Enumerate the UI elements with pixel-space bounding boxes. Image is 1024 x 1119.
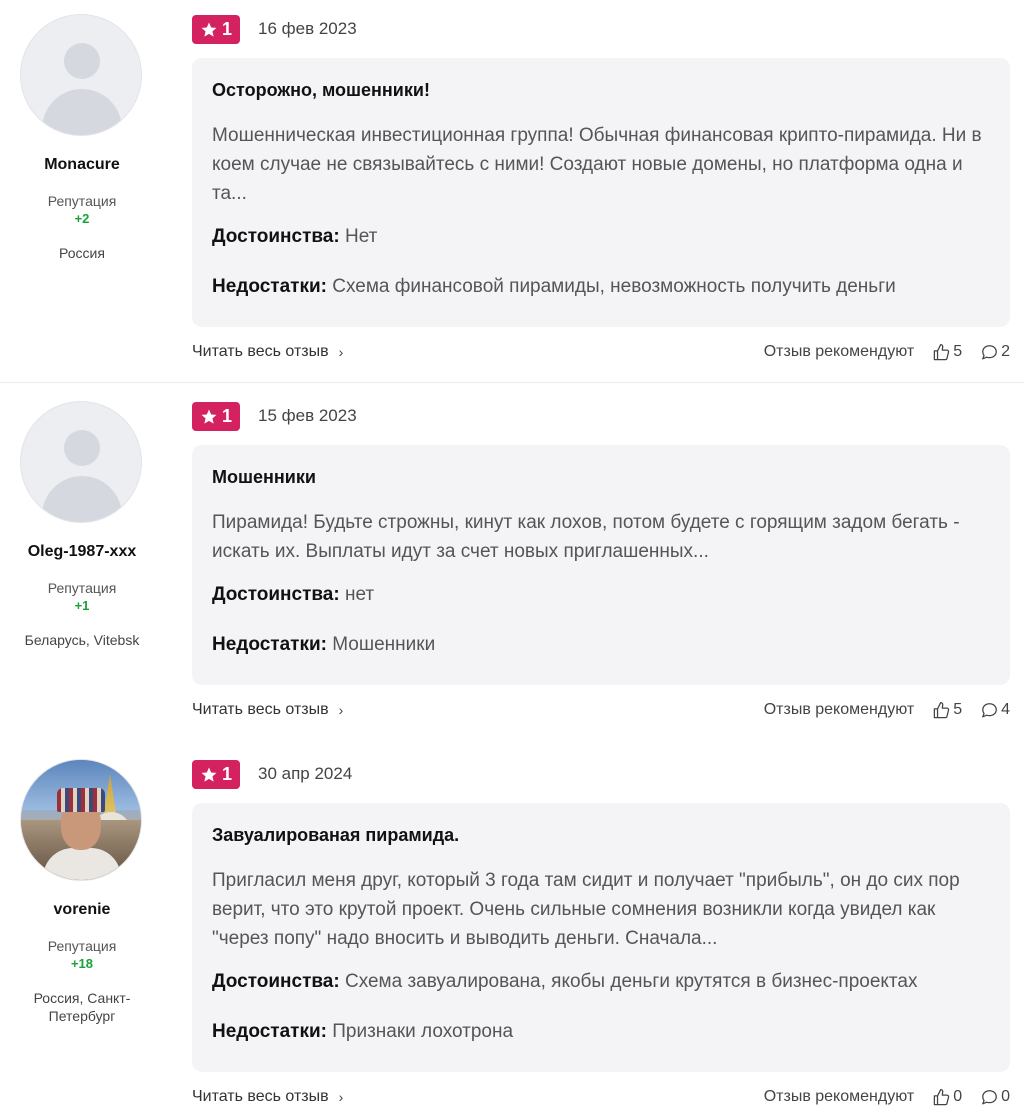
read-more-label: Читать весь отзыв — [192, 701, 329, 718]
like-button[interactable]: 0 — [932, 1088, 962, 1107]
review-cons: Недостатки: Мошенники — [212, 634, 990, 656]
reputation-value: +2 — [74, 211, 90, 226]
review-text: Пирамида! Будьте строжны, кинут как лохо… — [212, 512, 960, 562]
recommend-label: Отзыв рекомендуют — [763, 701, 915, 718]
chevron-right-icon: › — [338, 344, 344, 360]
comments-button[interactable]: 0 — [980, 1088, 1010, 1107]
pros-text: нет — [344, 584, 375, 605]
avatar-placeholder-head — [64, 430, 100, 466]
rating-value: 1 — [221, 19, 232, 39]
comments-count: 0 — [1001, 1088, 1010, 1105]
review-footer: Читать весь отзыв › Отзыв рекомендуют 5 4 — [192, 698, 1010, 722]
chevron-right-icon: › — [338, 702, 344, 718]
review-date: 15 фев 2023 — [258, 406, 357, 425]
comments-count: 2 — [1001, 343, 1010, 360]
thumbs-up-icon — [933, 701, 950, 718]
review-author: Monacure Репутация +2 Россия — [0, 0, 164, 262]
author-location: Россия — [59, 245, 105, 261]
pros-text: Схема завуалирована, якобы деньги крутят… — [344, 971, 918, 992]
review-card: Oleg-1987-xxx Репутация +1 Беларусь, Vit… — [0, 387, 1024, 745]
cons-label: Недостатки: — [212, 1021, 327, 1042]
comments-button[interactable]: 4 — [980, 701, 1010, 720]
review-divider — [0, 382, 1024, 383]
likes-count: 5 — [953, 701, 963, 718]
review-pros: Достоинства: нет — [212, 584, 990, 606]
avatar-placeholder-head — [64, 43, 100, 79]
author-name[interactable]: Monacure — [0, 156, 164, 174]
comments-count: 4 — [1001, 701, 1010, 718]
like-button[interactable]: 5 — [932, 343, 962, 362]
reputation-label: Репутация — [47, 938, 117, 954]
thumbs-up-icon — [933, 343, 950, 360]
like-button[interactable]: 5 — [932, 701, 962, 720]
reputation-label: Репутация — [47, 580, 117, 596]
review-title[interactable]: Осторожно, мошенники! — [212, 80, 990, 101]
read-full-review-link[interactable]: Читать весь отзыв › — [192, 701, 343, 719]
pros-label: Достоинства: — [212, 584, 340, 605]
comment-icon — [982, 344, 997, 359]
avatar-placeholder-body — [42, 476, 122, 522]
read-more-label: Читать весь отзыв — [192, 1088, 329, 1105]
review-title[interactable]: Мошенники — [212, 467, 990, 488]
author-name[interactable]: vorenie — [0, 901, 164, 919]
star-icon — [201, 767, 217, 782]
comment-icon — [982, 702, 997, 717]
review-footer: Читать весь отзыв › Отзыв рекомендуют 0 0 — [192, 1085, 1010, 1109]
pros-text: Нет — [344, 226, 378, 247]
review-pros: Достоинства: Схема завуалирована, якобы … — [212, 971, 990, 993]
read-full-review-link[interactable]: Читать весь отзыв › — [192, 343, 343, 361]
author-location: Беларусь, Vitebsk — [24, 632, 140, 648]
comment-icon — [982, 1089, 997, 1104]
pros-label: Достоинства: — [212, 226, 340, 247]
author-name[interactable]: Oleg-1987-xxx — [0, 543, 164, 561]
rating-badge: 1 — [192, 402, 240, 431]
avatar-placeholder-body — [42, 89, 122, 135]
star-icon — [201, 409, 217, 424]
reputation-value: +18 — [70, 956, 94, 971]
review-title[interactable]: Завуалированая пирамида. — [212, 825, 990, 846]
review-body: Мошенники Пирамида! Будьте строжны, кину… — [192, 445, 1010, 685]
avatar[interactable] — [20, 759, 142, 881]
avatar[interactable] — [20, 14, 142, 136]
cons-text: Признаки лохотрона — [332, 1021, 514, 1042]
pros-label: Достоинства: — [212, 971, 340, 992]
avatar[interactable] — [20, 401, 142, 523]
review-card: Monacure Репутация +2 Россия 1 16 фев 20… — [0, 0, 1024, 382]
review-text: Пригласил меня друг, который 3 года там … — [212, 870, 960, 949]
author-location: Россия, Санкт-Петербург — [33, 990, 131, 1024]
rating-badge: 1 — [192, 15, 240, 44]
review-body: Завуалированая пирамида. Пригласил меня … — [192, 803, 1010, 1072]
cons-text: Схема финансовой пирамиды, невозможность… — [332, 276, 896, 297]
review-author: Oleg-1987-xxx Репутация +1 Беларусь, Vit… — [0, 387, 164, 649]
comments-button[interactable]: 2 — [980, 343, 1010, 362]
review-pros: Достоинства: Нет — [212, 226, 990, 248]
star-icon — [201, 22, 217, 37]
chevron-right-icon: › — [338, 1089, 344, 1105]
review-cons: Недостатки: Признаки лохотрона — [212, 1021, 990, 1043]
review-footer: Читать весь отзыв › Отзыв рекомендуют 5 2 — [192, 340, 1010, 364]
recommend-label: Отзыв рекомендуют — [763, 1088, 915, 1105]
review-text: Мошенническая инвестиционная группа! Обы… — [212, 125, 982, 204]
rating-value: 1 — [221, 764, 232, 784]
review-body: Осторожно, мошенники! Мошенническая инве… — [192, 58, 1010, 327]
cons-label: Недостатки: — [212, 276, 327, 297]
review-author: vorenie Репутация +18 Россия, Санкт-Пете… — [0, 745, 164, 1025]
reputation-value: +1 — [74, 598, 90, 613]
cons-label: Недостатки: — [212, 634, 327, 655]
recommend-label: Отзыв рекомендуют — [763, 343, 915, 360]
read-full-review-link[interactable]: Читать весь отзыв › — [192, 1088, 343, 1106]
thumbs-up-icon — [933, 1088, 950, 1105]
rating-badge: 1 — [192, 760, 240, 789]
read-more-label: Читать весь отзыв — [192, 343, 329, 360]
likes-count: 0 — [953, 1088, 963, 1105]
review-date: 16 фев 2023 — [258, 19, 357, 38]
review-date: 30 апр 2024 — [258, 764, 353, 783]
likes-count: 5 — [953, 343, 963, 360]
cons-text: Мошенники — [332, 634, 436, 655]
review-cons: Недостатки: Схема финансовой пирамиды, н… — [212, 276, 990, 298]
reputation-label: Репутация — [47, 193, 117, 209]
rating-value: 1 — [221, 406, 232, 426]
review-card: vorenie Репутация +18 Россия, Санкт-Пете… — [0, 745, 1024, 1119]
